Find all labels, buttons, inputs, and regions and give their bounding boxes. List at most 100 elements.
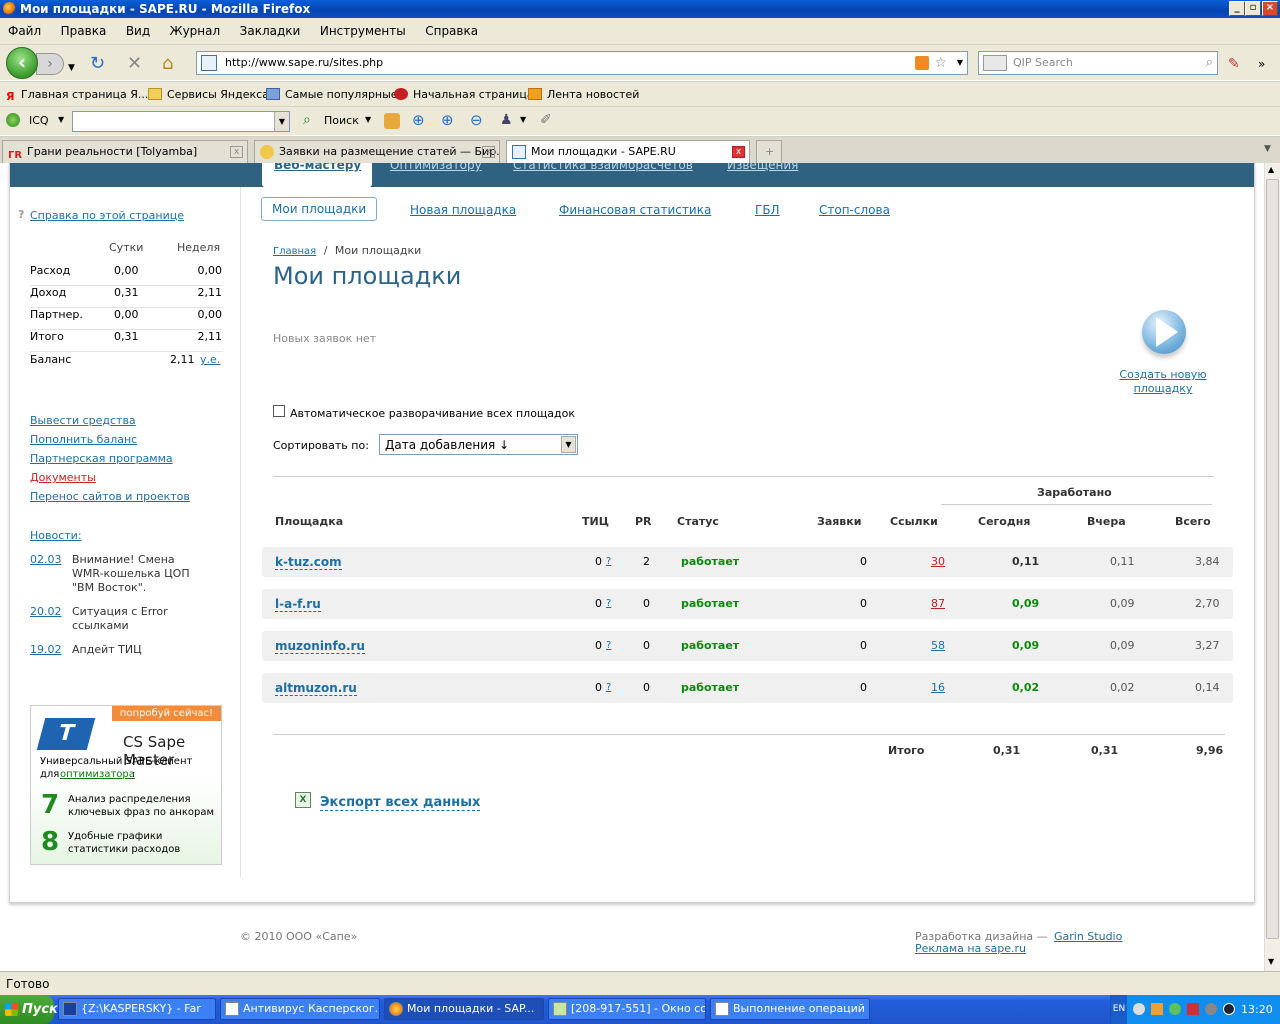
menu-file[interactable]: Файл (8, 24, 41, 38)
breadcrumb-home[interactable]: Главная (273, 246, 316, 257)
rss-icon[interactable] (915, 56, 929, 70)
promo-optimizer-link[interactable]: оптимизатора (60, 769, 135, 780)
star-icon[interactable]: ☆ (934, 52, 947, 74)
forward-button[interactable]: › (36, 53, 64, 75)
icq-search-dropdown-icon[interactable]: ▼ (274, 112, 289, 131)
reload-icon[interactable]: ↻ (90, 55, 105, 73)
topup-link[interactable]: Пополнить баланс (30, 433, 137, 446)
icq-search-menu-icon[interactable]: ▼ (365, 115, 371, 124)
tic-help-link[interactable]: ? (606, 547, 611, 577)
tray-app-icon[interactable] (1133, 1003, 1145, 1015)
bookmark-yandex[interactable]: Я Главная страница Я... (6, 82, 148, 107)
menu-help[interactable]: Справка (425, 24, 478, 38)
zoom-out-icon[interactable]: ⊖ (470, 111, 483, 129)
bookmark-yandex-services[interactable]: Сервисы Яндекса (148, 82, 269, 107)
zoom-in-icon[interactable]: ⊕ (412, 111, 425, 129)
news-date-link[interactable]: 02.03 (30, 553, 62, 566)
url-dropdown-icon[interactable]: ▼ (957, 52, 963, 74)
eraser-icon[interactable]: ✐ (540, 112, 552, 128)
site-link[interactable]: k-tuz.com (275, 555, 342, 570)
links-count-link[interactable]: 16 (931, 673, 945, 703)
menu-view[interactable]: Вид (126, 24, 150, 38)
news-title-link[interactable]: Новости: (30, 529, 82, 542)
topnav-webmaster[interactable]: Веб-мастеру (274, 163, 361, 172)
zoom-fit-icon[interactable]: ⊕ (441, 111, 454, 129)
scroll-thumb[interactable] (1266, 179, 1279, 939)
minimize-button[interactable]: _ (1229, 1, 1245, 16)
scroll-up-icon[interactable]: ▲ (1268, 165, 1274, 174)
subtab-gbl[interactable]: ГБЛ (755, 203, 780, 217)
magnifier-icon[interactable]: ⌕ (1206, 52, 1213, 74)
menu-history[interactable]: Журнал (170, 24, 221, 38)
help-link[interactable]: Справка по этой странице (30, 209, 184, 222)
back-button[interactable]: ‹ (6, 47, 38, 79)
tic-help-link[interactable]: ? (606, 631, 611, 661)
menu-tools[interactable]: Инструменты (320, 24, 406, 38)
links-count-link[interactable]: 58 (931, 631, 945, 661)
bookmark-news-feed[interactable]: Лента новостей (528, 82, 639, 107)
tab-grani[interactable]: ГR Грани реальности [Tolyamba] x (2, 140, 248, 164)
subtab-stop-words[interactable]: Стоп-слова (819, 203, 890, 217)
people-icon[interactable]: ♟ (500, 112, 513, 128)
export-link[interactable]: Экспорт всех данных (320, 795, 481, 811)
links-count-link[interactable]: 30 (931, 547, 945, 577)
task-far[interactable]: {Z:\KASPERSKY} - Far (58, 998, 216, 1020)
search-engine-icon[interactable] (983, 55, 1007, 71)
home-icon[interactable]: ⌂ (162, 55, 173, 73)
news-date-link[interactable]: 19.02 (30, 643, 62, 656)
documents-link[interactable]: Документы (30, 471, 96, 484)
start-button[interactable]: Пуск (0, 995, 58, 1024)
task-firefox[interactable]: Мои площадки - SAP... (384, 998, 544, 1020)
icq-search-button[interactable]: Поиск (324, 114, 359, 127)
new-tab-button[interactable]: + (756, 140, 782, 164)
task-kaspersky[interactable]: Антивирус Касперског... (220, 998, 380, 1020)
withdraw-link[interactable]: Вывести средства (30, 414, 136, 427)
tray-app-icon[interactable] (1205, 1003, 1217, 1015)
icq-dropdown-icon[interactable]: ▼ (58, 115, 64, 124)
tab-my-sites[interactable]: Мои площадки - SAPE.RU x (506, 140, 750, 165)
bookmark-start-page[interactable]: Начальная страница (394, 82, 534, 107)
links-count-link[interactable]: 87 (931, 589, 945, 619)
history-dropdown-icon[interactable]: ▼ (68, 59, 75, 77)
tray-icq-icon[interactable] (1169, 1003, 1181, 1015)
topnav-settlements[interactable]: Статистика взаиморасчетов (513, 163, 693, 172)
play-icon[interactable] (1142, 310, 1186, 354)
subtab-finance-stats[interactable]: Финансовая статистика (559, 203, 711, 217)
tab-requests[interactable]: Заявки на размещение статей — Бир... x (254, 140, 500, 164)
sort-select[interactable]: Дата добавления ↓ ▼ (379, 434, 578, 455)
balance-unit-link[interactable]: у.е. (200, 353, 220, 366)
promo-banner[interactable]: попробуй сейчас! T CS Sape Master Универ… (30, 705, 222, 865)
toolbar-overflow-icon[interactable]: » (1258, 55, 1265, 73)
news-date-link[interactable]: 20.02 (30, 605, 62, 618)
task-operations[interactable]: Выполнение операций ... (710, 998, 870, 1020)
tic-help-link[interactable]: ? (606, 589, 611, 619)
icq-search-input[interactable]: ▼ (72, 111, 290, 132)
tab-close-icon[interactable]: x (230, 146, 243, 158)
tab-close-icon[interactable]: x (732, 146, 745, 158)
bookmark-popular[interactable]: Самые популярные (266, 82, 398, 107)
close-button[interactable]: × (1262, 1, 1278, 16)
garin-studio-link[interactable]: Garin Studio (1054, 930, 1122, 943)
topnav-optimizer[interactable]: Оптимизатору (390, 163, 482, 172)
partner-program-link[interactable]: Партнерская программа (30, 452, 173, 465)
maximize-button[interactable]: ▫ (1245, 1, 1261, 16)
subtab-my-sites[interactable]: Мои площадки (261, 197, 378, 221)
site-link[interactable]: l-a-f.ru (275, 597, 321, 612)
subtab-new-site[interactable]: Новая площадка (410, 203, 516, 217)
menu-edit[interactable]: Правка (61, 24, 107, 38)
ads-link[interactable]: Реклама на sape.ru (915, 942, 1026, 955)
tray-antivirus-icon[interactable] (1187, 1003, 1199, 1015)
address-bar[interactable]: http://www.sape.ru/sites.php ☆ ▼ (196, 51, 968, 75)
topnav-notices[interactable]: Извещения (727, 163, 798, 172)
smiley-icon[interactable] (384, 113, 400, 129)
tray-app-icon[interactable] (1151, 1003, 1163, 1015)
create-site-link[interactable]: Создать новую площадку (1112, 368, 1214, 396)
site-link[interactable]: altmuzon.ru (275, 681, 357, 696)
people-dropdown-icon[interactable]: ▼ (520, 115, 526, 124)
lang-indicator[interactable]: EN (1111, 995, 1127, 1024)
tab-list-icon[interactable]: ▼ (1264, 144, 1271, 154)
vertical-scrollbar[interactable]: ▲ ▼ (1264, 163, 1280, 971)
scroll-down-icon[interactable]: ▼ (1268, 957, 1274, 966)
addon-icon[interactable]: ✎ (1228, 55, 1240, 73)
site-link[interactable]: muzoninfo.ru (275, 639, 365, 654)
